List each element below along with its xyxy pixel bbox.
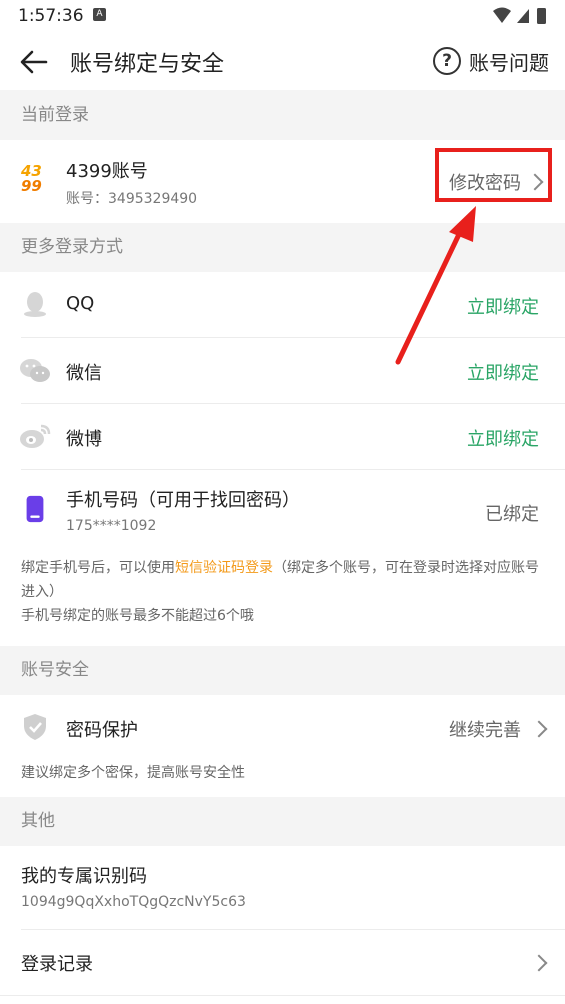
sms-login-link[interactable]: 短信验证码登录	[175, 560, 273, 576]
binding-row-qq[interactable]: QQ 立即绑定	[0, 272, 565, 338]
status-icons	[493, 7, 546, 24]
back-arrow-icon[interactable]	[18, 46, 50, 78]
chevron-right-icon	[530, 954, 548, 972]
binding-row-wechat[interactable]: 微信 立即绑定	[0, 338, 565, 403]
section-account-security: 账号安全	[0, 646, 565, 695]
status-time: 1:57:36	[18, 6, 84, 26]
phone-binding-note: 绑定手机号后，可以使用短信验证码登录（绑定多个账号，可在登录时选择对应账号进入）…	[21, 560, 539, 624]
qq-icon	[24, 292, 46, 317]
status-bar: 1:57:36 A	[0, 0, 565, 32]
binding-name: QQ	[66, 293, 95, 314]
login-records-label: 登录记录	[21, 954, 93, 975]
exclusive-id-title: 我的专属识别码	[21, 866, 147, 887]
bind-now-button[interactable]: 立即绑定	[467, 359, 539, 385]
phone-title: 手机号码（可用于找回密码）	[66, 490, 300, 511]
notification-a-icon: A	[93, 8, 106, 21]
account-help-button[interactable]: ? 账号问题	[433, 44, 549, 78]
page-title: 账号绑定与安全	[70, 52, 225, 77]
section-current-login: 当前登录	[0, 90, 565, 140]
app-bar: 账号绑定与安全 ? 账号问题	[0, 32, 565, 90]
weibo-icon	[20, 424, 51, 448]
section-more-login: 更多登录方式	[0, 223, 565, 272]
shield-icon	[24, 714, 46, 740]
password-protection-title: 密码保护	[66, 720, 138, 741]
phone-number: 175****1092	[66, 518, 157, 534]
exclusive-id-row: 我的专属识别码 1094g9QqXxhoTQgQzcNvY5c63	[0, 846, 565, 929]
account-name: 4399账号	[66, 161, 148, 182]
binding-row-weibo[interactable]: 微博 立即绑定	[0, 404, 565, 469]
signal-icon	[517, 9, 529, 23]
password-protection-row[interactable]: 密码保护 继续完善	[0, 695, 565, 757]
login-records-row[interactable]: 登录记录	[0, 930, 565, 995]
bind-now-button[interactable]: 立即绑定	[467, 293, 539, 319]
phone-row[interactable]: 手机号码（可用于找回密码） 175****1092 已绑定	[0, 470, 565, 550]
battery-icon	[537, 8, 546, 24]
annotation-highlight-box	[435, 148, 552, 202]
help-label: 账号问题	[469, 50, 549, 75]
4399-logo-icon: 43 99	[21, 162, 42, 195]
account-number: 账号：3495329490	[66, 191, 198, 207]
wechat-icon	[20, 359, 50, 382]
security-note: 建议绑定多个密保，提高账号安全性	[21, 765, 245, 781]
continue-improve-label: 继续完善	[449, 720, 521, 741]
binding-name: 微信	[66, 363, 102, 384]
question-circle-icon: ?	[433, 47, 461, 75]
phone-icon	[26, 495, 44, 523]
exclusive-id-value: 1094g9QqXxhoTQgQzcNvY5c63	[21, 894, 246, 910]
chevron-right-icon	[530, 720, 548, 738]
binding-name: 微博	[66, 429, 102, 450]
wifi-icon	[493, 7, 511, 23]
section-other: 其他	[0, 797, 565, 846]
phone-status: 已绑定	[485, 504, 539, 525]
divider	[0, 995, 565, 996]
bind-now-button[interactable]: 立即绑定	[467, 425, 539, 451]
